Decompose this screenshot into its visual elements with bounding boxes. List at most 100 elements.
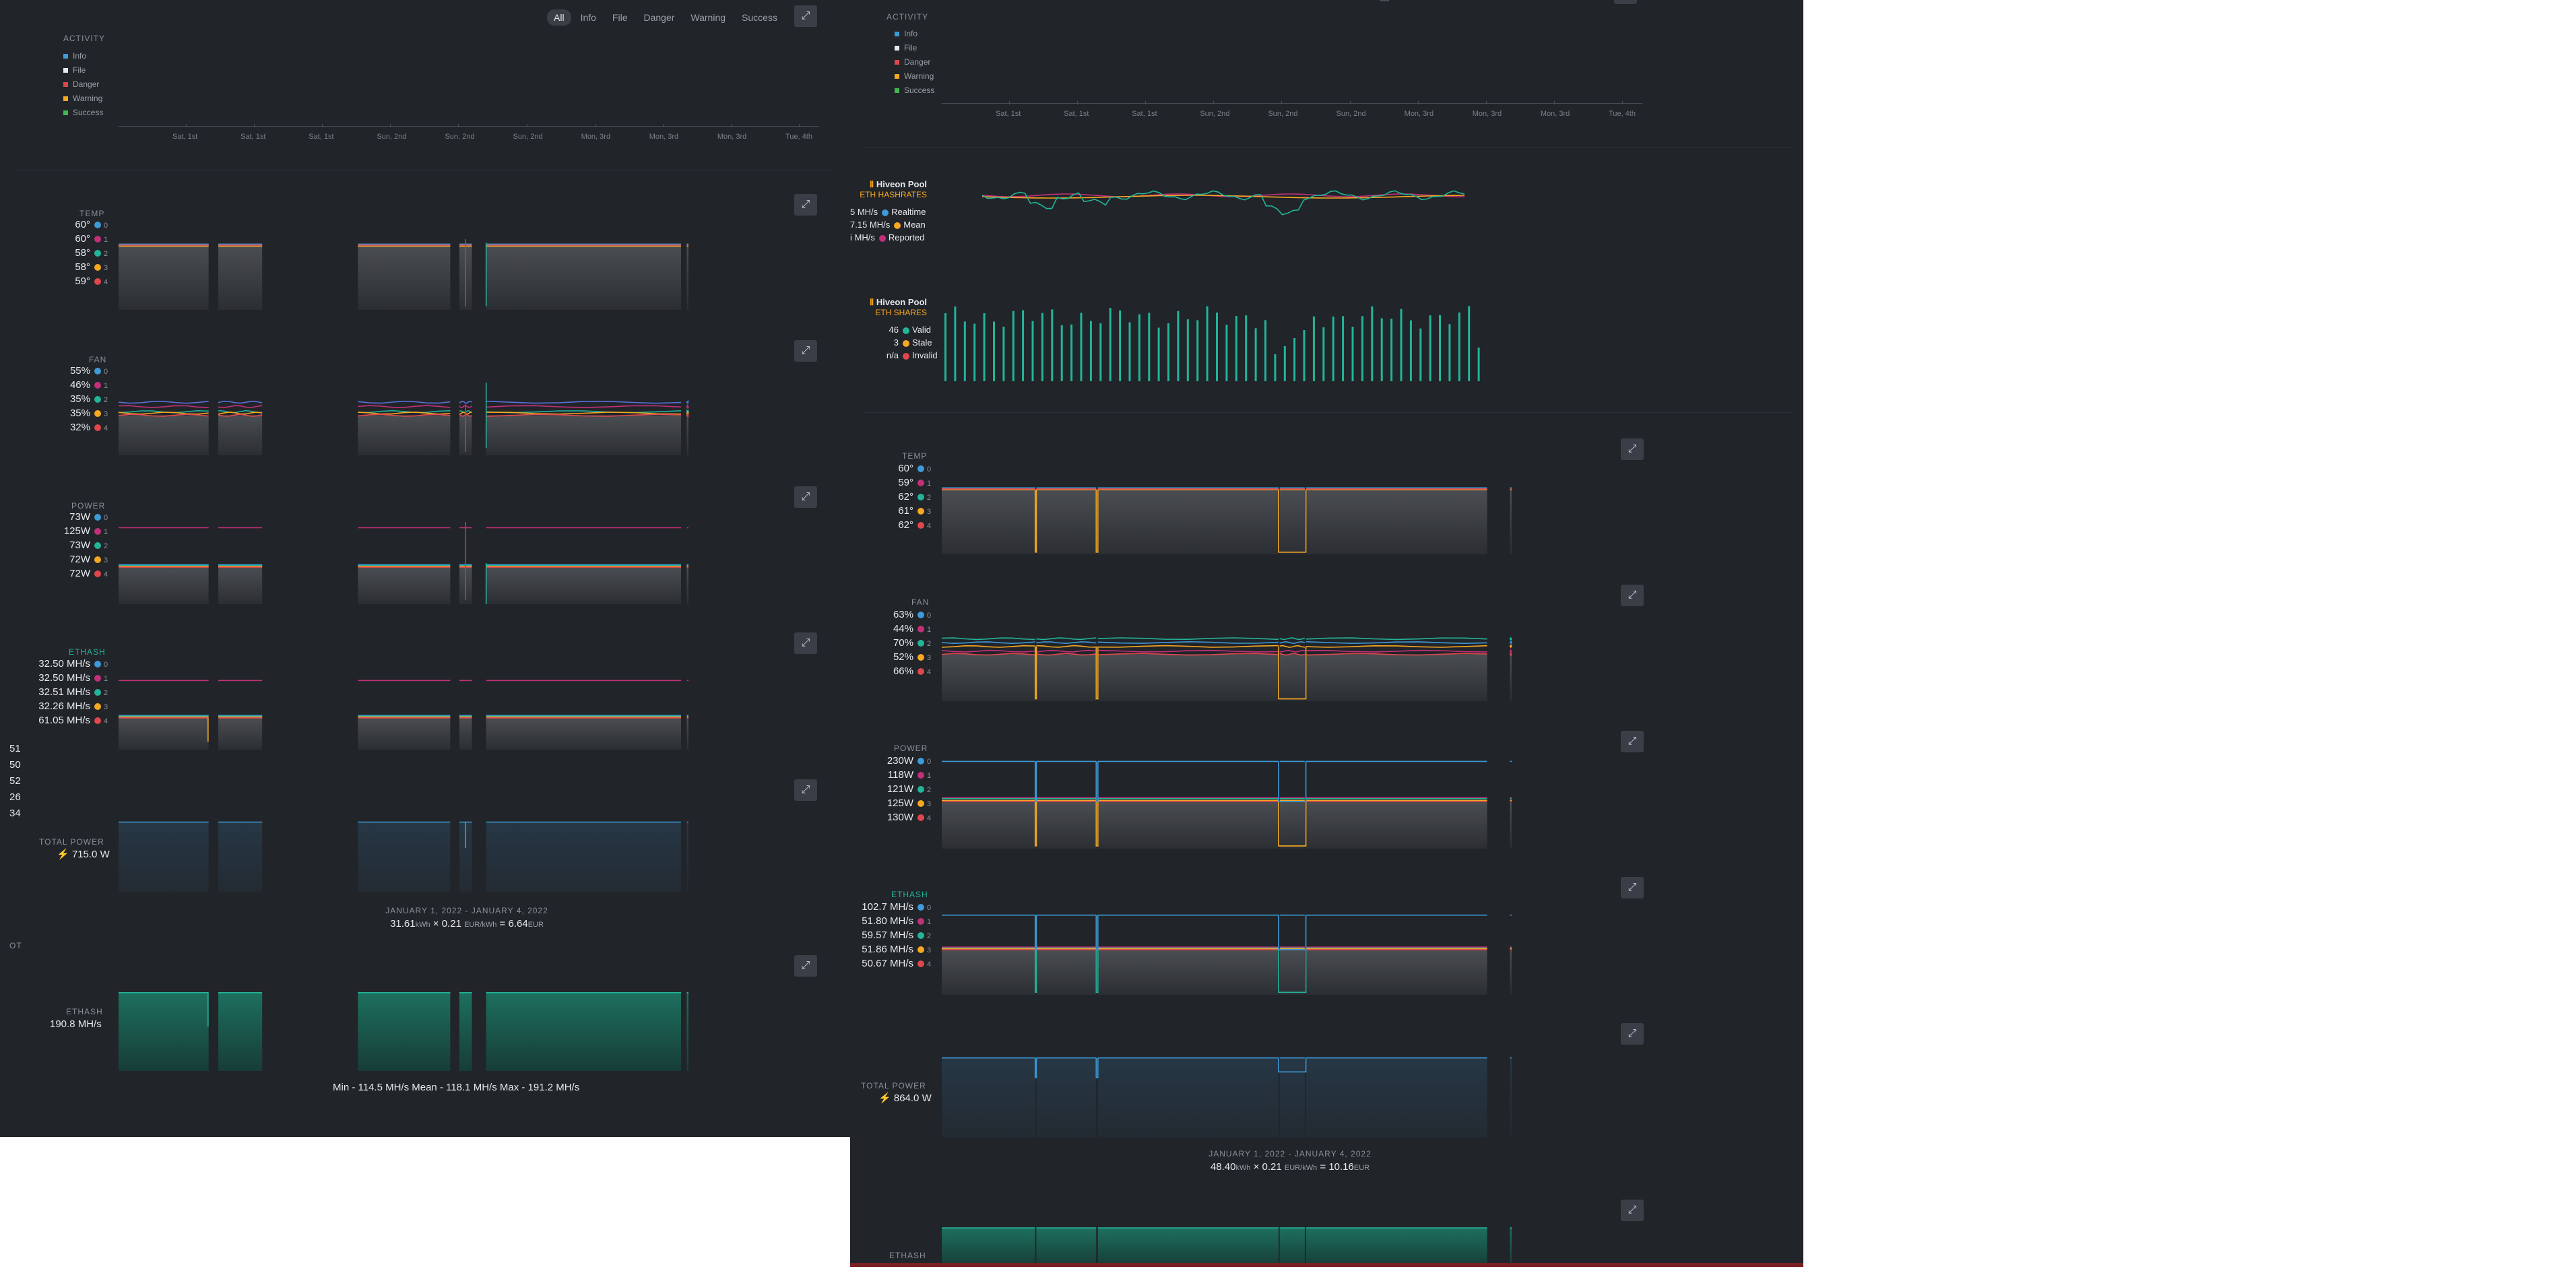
gpu3-dot-icon <box>94 703 101 711</box>
hiveon-logo-icon: Ⅱ <box>869 297 874 307</box>
gpu0-power: 73W 0 <box>69 511 108 523</box>
activity-axis <box>119 126 819 127</box>
expand-icon-clipped[interactable] <box>1614 0 1637 4</box>
expand-ethash-icon[interactable]: ⤢ <box>794 632 817 654</box>
shares-bar <box>1429 315 1431 381</box>
shares-bar <box>1128 322 1131 381</box>
shares-bar <box>1157 327 1160 381</box>
legend-warning[interactable]: Warning <box>63 92 103 106</box>
legend-success[interactable]: Success <box>895 84 934 98</box>
shares-bar <box>1322 327 1325 381</box>
gpu3-dot-icon <box>917 654 924 661</box>
legend-info[interactable]: Info <box>895 27 934 41</box>
shares-bar <box>1225 325 1228 381</box>
filter-success[interactable]: Success <box>735 9 784 26</box>
shares-bar <box>1002 327 1005 381</box>
chart-area-segment <box>1036 1228 1097 1263</box>
shares-bar <box>1264 320 1266 381</box>
gpu0-dot-icon <box>917 904 924 911</box>
gpu2-power: 121W 2 <box>887 783 932 795</box>
gpu0-dot-icon <box>94 661 101 668</box>
activity-legend: Info File Danger Warning Success <box>895 27 934 98</box>
gpu4-dot-icon <box>94 278 101 286</box>
shares-bar <box>1070 324 1073 381</box>
series-line <box>1509 641 1512 645</box>
gpu0-fan: 55% 0 <box>69 365 108 377</box>
gpu4-dot-icon <box>917 522 924 529</box>
gpu0-temp: 60° 0 <box>898 463 932 474</box>
expand-ethash-total-icon[interactable]: ⤢ <box>1621 1200 1644 1221</box>
chart-area-segment <box>1036 490 1097 554</box>
pool-hashrate-chart <box>981 190 1465 216</box>
expand-fan-icon[interactable]: ⤢ <box>1621 585 1644 606</box>
gpu2-temp: 62° 2 <box>898 491 932 502</box>
shares-bar <box>1274 354 1277 381</box>
chart-area-segment <box>119 717 209 750</box>
shares-bar <box>1409 320 1412 381</box>
total-power-chart <box>119 821 688 892</box>
series-line <box>686 399 689 405</box>
gpu4-temp: 59° 4 <box>75 275 108 287</box>
expand-temp-icon[interactable]: ⤢ <box>1621 438 1644 460</box>
power-chart <box>942 760 1512 849</box>
filter-all[interactable]: All <box>547 9 571 26</box>
series-line <box>941 637 1035 641</box>
expand-ethash-icon[interactable]: ⤢ <box>1621 877 1644 899</box>
legend-danger[interactable]: Danger <box>895 55 934 69</box>
fan-chart <box>941 636 1512 701</box>
chart-area-segment <box>486 822 682 892</box>
period-label: JANUARY 1, 2022 - JANUARY 4, 2022 <box>1209 1149 1372 1158</box>
chart-area-segment <box>486 717 682 750</box>
chart-area-segment <box>1097 801 1279 849</box>
chart-area-segment <box>358 567 451 604</box>
gpu2-dot-icon <box>917 494 924 501</box>
expand-total-power-icon[interactable]: ⤢ <box>1621 1023 1644 1045</box>
legend-file[interactable]: File <box>63 63 103 77</box>
expand-power-icon[interactable]: ⤢ <box>1621 731 1644 752</box>
legend-file[interactable]: File <box>895 41 934 55</box>
chart-area-segment <box>1036 801 1097 849</box>
shares-bar <box>1216 313 1218 381</box>
gpu0-ethash: 32.50 MH/s 0 <box>38 658 108 670</box>
filter-warning[interactable]: Warning <box>684 9 732 26</box>
chart-area-segment <box>686 717 688 750</box>
filter-info[interactable]: Info <box>574 9 603 26</box>
legend-warning[interactable]: Warning <box>895 69 934 84</box>
gpu2-dot-icon <box>94 250 101 257</box>
gpu4-dot-icon <box>94 424 101 432</box>
series-dip <box>1095 948 1099 993</box>
expand-power-icon[interactable]: ⤢ <box>794 486 817 508</box>
axis-tick-label: Sun, 2nd <box>445 133 475 141</box>
legend-info[interactable]: Info <box>63 49 103 63</box>
series-dip <box>1034 489 1037 553</box>
expand-total-power-icon[interactable]: ⤢ <box>794 779 817 801</box>
gpu0-temp: 60° 0 <box>75 219 108 230</box>
gpu1-temp: 60° 1 <box>75 233 108 244</box>
expand-ethash-total-icon[interactable]: ⤢ <box>794 955 817 977</box>
pool-shares-legend: Ⅱ Hiveon Pool ETH SHARES <box>850 297 927 317</box>
chart-area-segment <box>686 246 688 310</box>
gpu3-ethash: 51.86 MH/s 3 <box>862 944 932 955</box>
shares-bar <box>1099 323 1102 381</box>
shares-bar <box>1186 319 1189 381</box>
pool-shares-chart <box>944 306 1480 381</box>
legend-danger[interactable]: Danger <box>63 77 103 92</box>
hashrate-mean: 7.15 MH/s Mean <box>850 220 926 230</box>
series-line <box>1279 649 1305 653</box>
axis-tick-label: Mon, 3rd <box>1540 110 1570 118</box>
legend-success[interactable]: Success <box>63 106 103 120</box>
pool-hashrates-legend: Ⅱ Hiveon Pool ETH HASHRATES <box>850 179 927 199</box>
ethash-legend: 32.50 MH/s 0 32.50 MH/s 1 32.51 MH/s 2 32.2… <box>13 657 110 727</box>
expand-fan-icon[interactable]: ⤢ <box>794 340 817 362</box>
shares-bar <box>1361 316 1363 381</box>
filter-file[interactable]: File <box>606 9 635 26</box>
expand-icon[interactable]: ⤢ <box>794 5 817 27</box>
axis-tick-label: Sun, 2nd <box>1336 110 1366 118</box>
filter-danger[interactable]: Danger <box>637 9 681 26</box>
series-line <box>1097 645 1279 648</box>
gpu2-dot-icon <box>917 932 924 940</box>
shares-bar <box>1283 346 1286 381</box>
tab-indicator <box>1380 0 1389 1</box>
shares-bar <box>954 306 957 381</box>
expand-temp-icon[interactable]: ⤢ <box>794 194 817 216</box>
